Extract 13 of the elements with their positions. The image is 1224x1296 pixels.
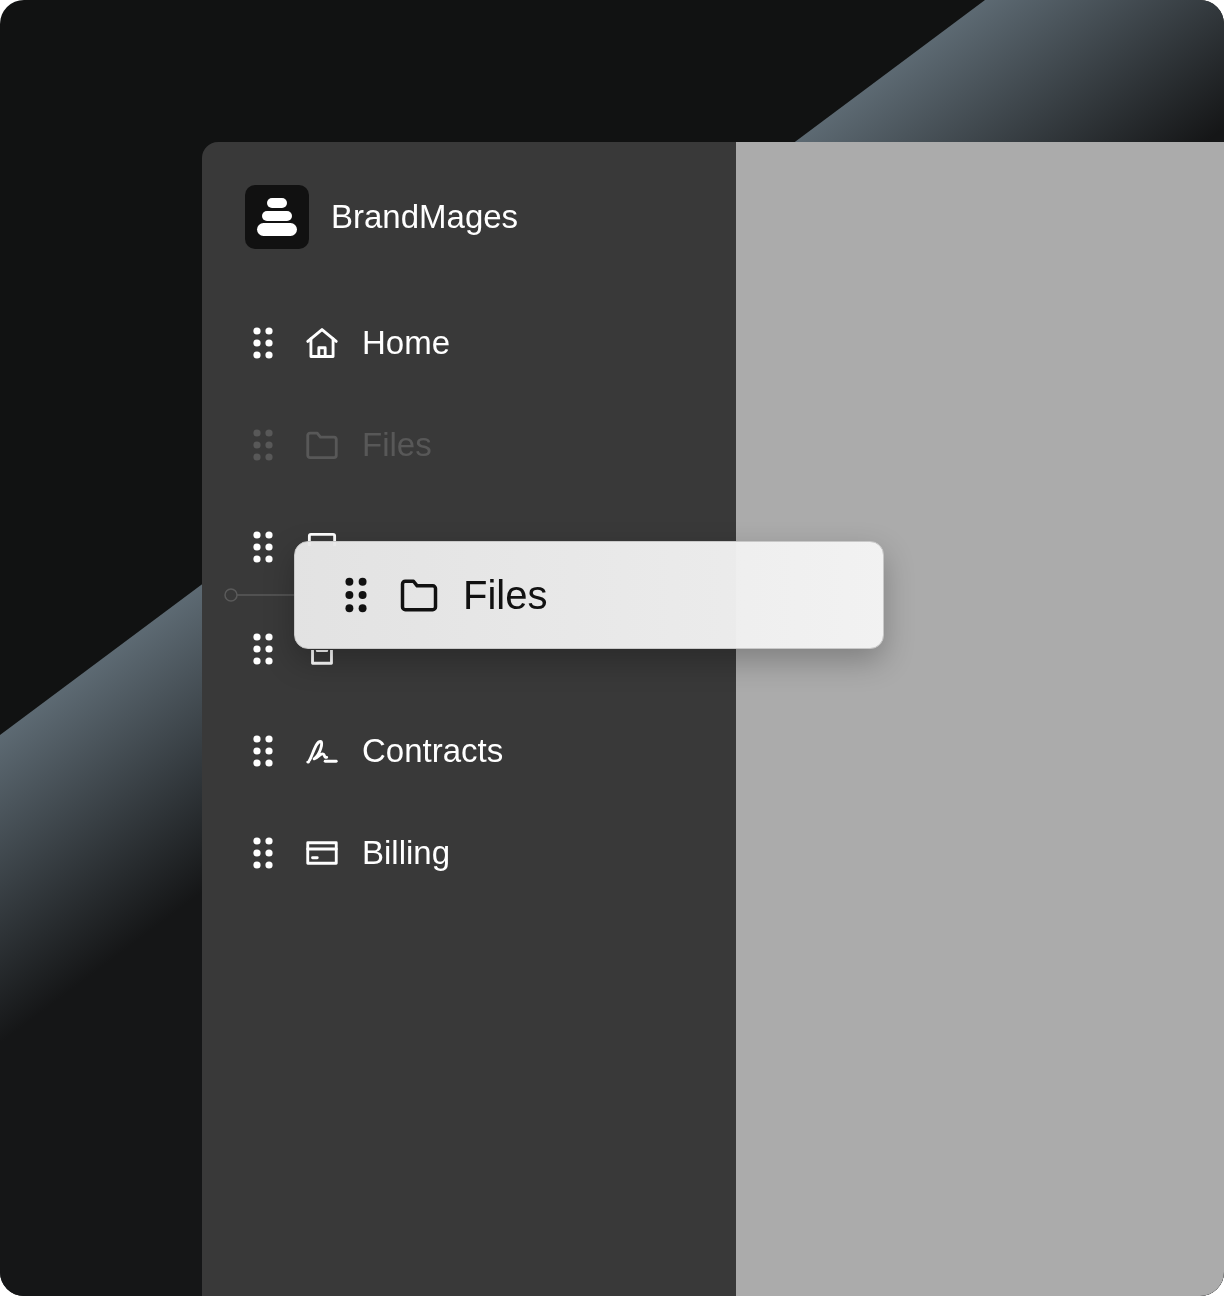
brand-name: BrandMages xyxy=(331,198,519,236)
nav-item[interactable]: Contracts xyxy=(362,732,504,770)
logo-icon xyxy=(245,185,309,249)
dragged-nav-item[interactable]: Files xyxy=(294,541,884,649)
nav-item[interactable]: Home xyxy=(362,324,451,362)
drag-handle-icon[interactable] xyxy=(345,577,367,613)
drag-handle-icon[interactable] xyxy=(253,429,273,461)
nav-item[interactable]: Billing xyxy=(362,834,451,872)
drag-handle-icon[interactable] xyxy=(253,531,273,563)
drag-handle-icon[interactable] xyxy=(253,837,273,869)
drag-handle-icon[interactable] xyxy=(253,633,273,665)
drag-handle-icon[interactable] xyxy=(253,327,273,359)
drag-handle-icon[interactable] xyxy=(253,735,273,767)
